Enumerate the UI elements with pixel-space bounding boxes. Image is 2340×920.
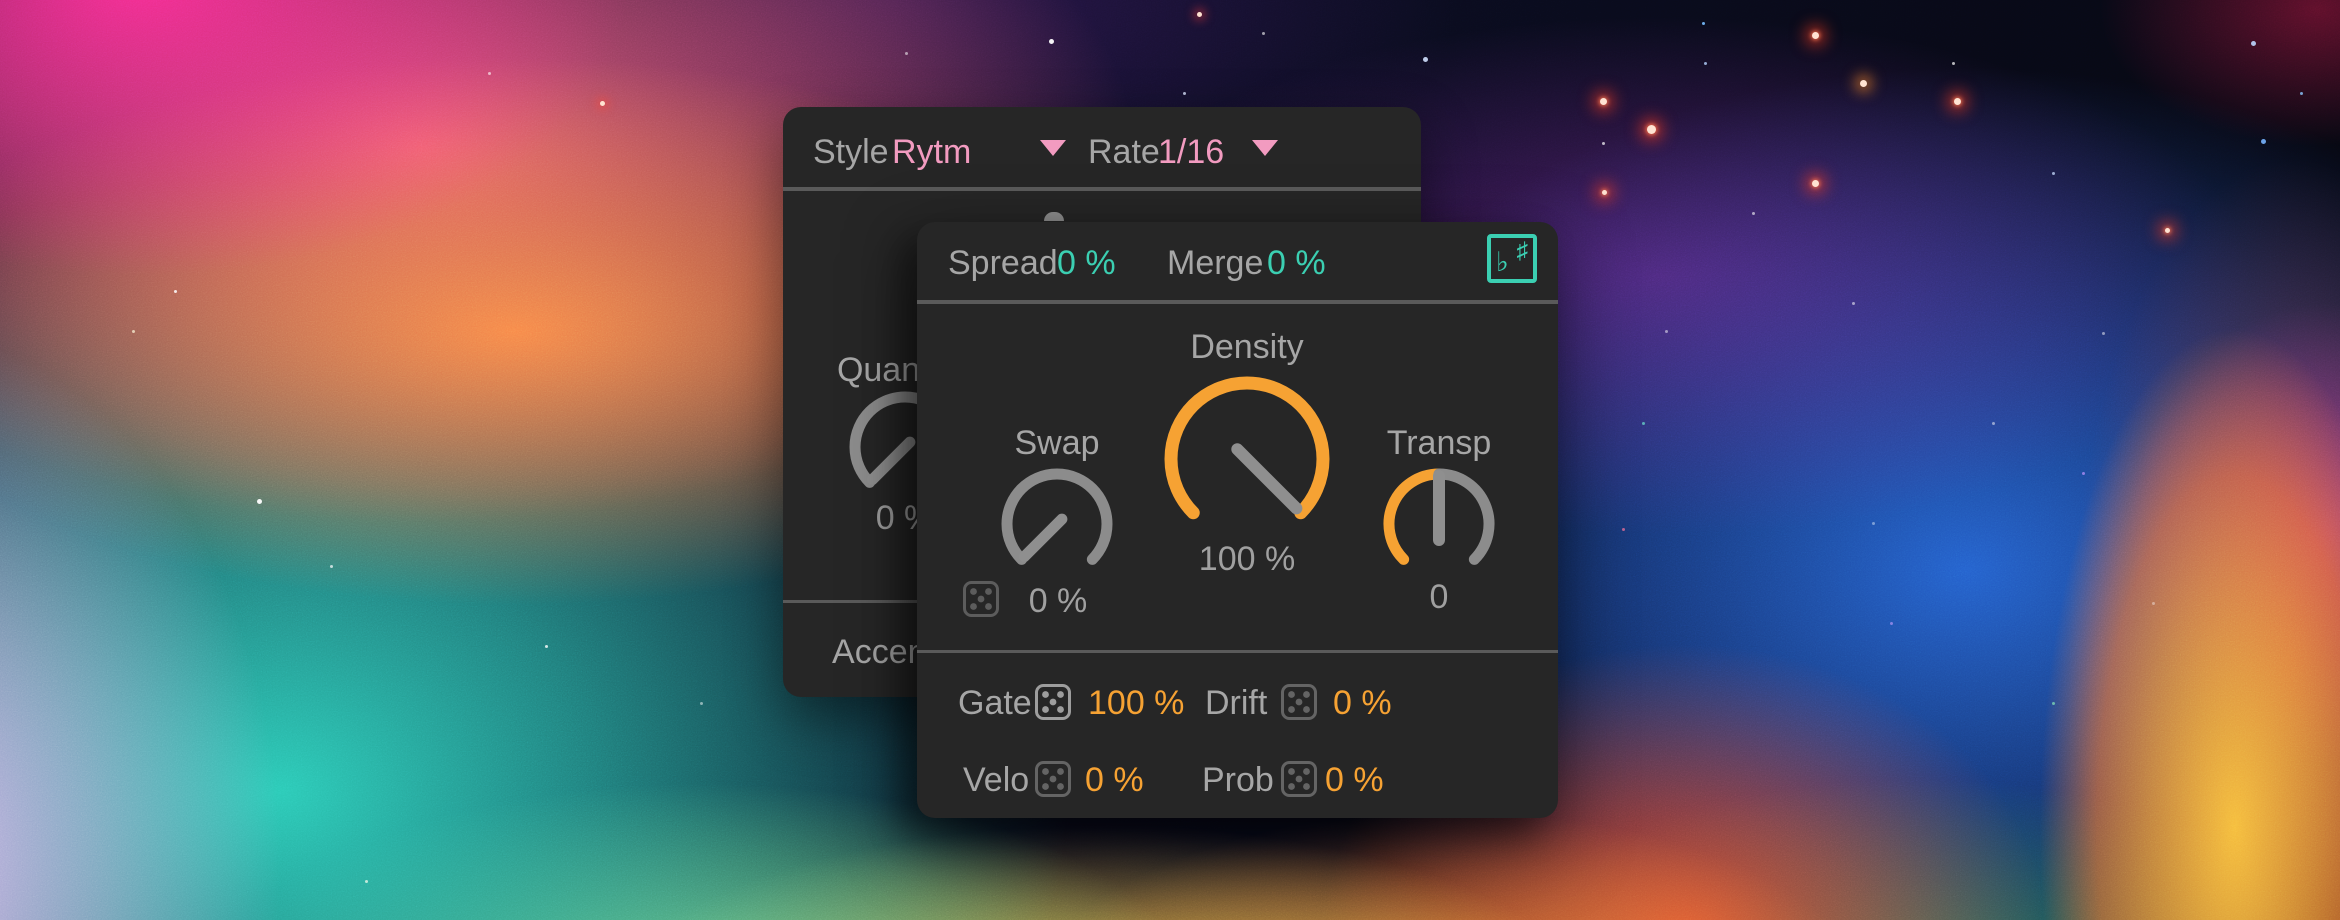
header-divider xyxy=(917,300,1558,304)
red-glow-star xyxy=(2165,228,2170,233)
density-knob[interactable] xyxy=(1155,367,1339,551)
velo-dice-icon[interactable] xyxy=(1034,760,1072,798)
scale-awareness-icon[interactable]: ♭ ♯ xyxy=(1487,234,1537,283)
velo-value[interactable]: 0 % xyxy=(1085,761,1144,799)
red-glow-star xyxy=(1647,125,1656,134)
occluded-knob-top xyxy=(1044,212,1064,221)
screen: Style Rytm Rate 1/16 Quantize 0 % Accent… xyxy=(0,0,2340,920)
swap-label: Swap xyxy=(957,424,1157,462)
seed-transformer-panel: Spread 0 % Merge 0 % ♭ ♯ Swap 0 % Densit… xyxy=(917,222,1558,818)
density-label: Density xyxy=(1147,328,1347,366)
spread-label: Spread xyxy=(948,244,1058,282)
drift-value[interactable]: 0 % xyxy=(1333,684,1392,722)
transp-knob[interactable] xyxy=(1377,462,1501,586)
rate-label: Rate xyxy=(1088,133,1160,171)
velo-label: Velo xyxy=(963,761,1029,799)
merge-label: Merge xyxy=(1167,244,1263,282)
rate-dropdown-triangle-icon[interactable] xyxy=(1252,140,1278,156)
style-dropdown-triangle-icon[interactable] xyxy=(1040,140,1066,156)
density-value[interactable]: 100 % xyxy=(1147,540,1347,578)
swap-value[interactable]: 0 % xyxy=(958,582,1158,620)
gate-label: Gate xyxy=(958,684,1032,722)
red-glow-star xyxy=(1602,190,1607,195)
merge-value[interactable]: 0 % xyxy=(1267,244,1326,282)
transp-label: Transp xyxy=(1339,424,1539,462)
section-divider xyxy=(917,650,1558,653)
style-label: Style xyxy=(813,133,889,171)
red-glow-star xyxy=(600,101,605,106)
swap-knob[interactable] xyxy=(995,462,1119,586)
style-value[interactable]: Rytm xyxy=(892,133,971,171)
red-glow-star xyxy=(1954,98,1961,105)
sharp-glyph: ♯ xyxy=(1517,239,1529,262)
prob-label: Prob xyxy=(1202,761,1274,799)
red-glow-star xyxy=(1812,32,1819,39)
rate-value[interactable]: 1/16 xyxy=(1158,133,1224,171)
transp-value[interactable]: 0 xyxy=(1339,578,1539,616)
prob-value[interactable]: 0 % xyxy=(1325,761,1384,799)
colored-stars xyxy=(0,0,3,3)
header-divider xyxy=(783,187,1421,191)
flat-glyph: ♭ xyxy=(1496,249,1509,276)
gate-value[interactable]: 100 % xyxy=(1088,684,1184,722)
orange-glow-star xyxy=(1860,80,1867,87)
drift-label: Drift xyxy=(1205,684,1267,722)
drift-dice-icon[interactable] xyxy=(1280,683,1318,721)
gate-dice-icon[interactable] xyxy=(1034,683,1072,721)
red-glow-star xyxy=(1197,12,1202,17)
spread-value[interactable]: 0 % xyxy=(1057,244,1116,282)
red-glow-star xyxy=(1600,98,1607,105)
red-glow-star xyxy=(1812,180,1819,187)
prob-dice-icon[interactable] xyxy=(1280,760,1318,798)
